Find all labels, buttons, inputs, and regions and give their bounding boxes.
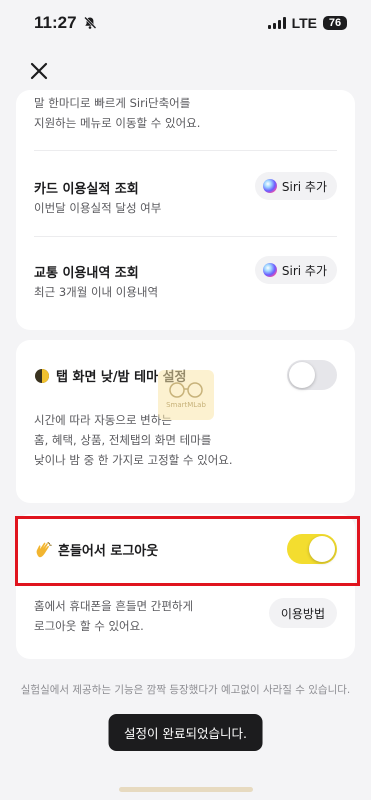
- siri-icon: [262, 263, 277, 277]
- theme-desc-line-3: 낮이나 밤 중 한 가지로 고정할 수 있어요.: [34, 453, 233, 467]
- theme-card: 탭 화면 낮/밤 테마 설정 시간에 따라 자동으로 변하는 홈, 혜택, 상품…: [16, 340, 355, 503]
- how-to-use-button[interactable]: 이용방법: [268, 598, 337, 628]
- shake-logout-toggle[interactable]: [287, 534, 337, 564]
- add-siri-transit-button[interactable]: Siri 추가: [254, 256, 337, 284]
- status-indicators: LTE 76: [267, 15, 347, 31]
- divider: [34, 150, 337, 151]
- toggle-knob: [309, 536, 335, 562]
- watermark-text: SmartMLab: [166, 401, 206, 409]
- theme-desc-line-2: 홈, 혜택, 상품, 전체탭의 화면 테마를: [34, 433, 212, 447]
- divider: [34, 236, 337, 237]
- close-button[interactable]: [26, 58, 52, 84]
- toast-message: 설정이 완료되었습니다.: [108, 714, 263, 751]
- network-type: LTE: [291, 15, 317, 31]
- moon-phase-icon: [35, 368, 49, 383]
- toggle-knob: [289, 362, 315, 388]
- siri-button-label: Siri 추가: [281, 179, 327, 194]
- shortcuts-intro: 말 한마디로 빠르게 Siri단축어를 지원하는 메뉴로 이동할 수 있어요.: [34, 93, 200, 133]
- siri-shortcuts-card: 말 한마디로 빠르게 Siri단축어를 지원하는 메뉴로 이동할 수 있어요. …: [16, 90, 355, 330]
- shake-logout-card: 흔들어서 로그아웃 홈에서 휴대폰을 흔들면 간편하게 로그아웃 할 수 있어요…: [16, 514, 355, 659]
- watermark-logo: SmartMLab: [158, 370, 214, 420]
- siri-icon: [262, 179, 277, 193]
- shake-title-row: 흔들어서 로그아웃: [34, 540, 158, 559]
- shake-description: 홈에서 휴대폰을 흔들면 간편하게 로그아웃 할 수 있어요.: [34, 596, 193, 636]
- card-usage-subtitle: 이번달 이용실적 달성 여부: [34, 201, 162, 215]
- shake-desc-line-2: 로그아웃 할 수 있어요.: [34, 619, 144, 633]
- close-icon: [30, 62, 48, 80]
- waving-hand-icon: [36, 541, 52, 557]
- shake-title: 흔들어서 로그아웃: [58, 544, 159, 559]
- glasses-icon: [169, 382, 203, 398]
- bell-slash-icon: [83, 16, 96, 29]
- card-usage-title: 카드 이용실적 조회: [34, 182, 139, 197]
- transit-history-title: 교통 이용내역 조회: [34, 266, 139, 281]
- signal-icon: [267, 17, 286, 29]
- siri-button-label: Siri 추가: [281, 263, 327, 278]
- theme-toggle[interactable]: [287, 360, 337, 390]
- battery-icon: 76: [323, 16, 347, 30]
- add-siri-card-usage-button[interactable]: Siri 추가: [254, 172, 337, 200]
- home-indicator[interactable]: [118, 787, 253, 792]
- intro-line-1: 말 한마디로 빠르게 Siri단축어를: [34, 96, 191, 110]
- status-bar: 11:27 LTE 76: [0, 0, 371, 46]
- transit-history-subtitle: 최근 3개월 이내 이용내역: [34, 285, 159, 299]
- status-time: 11:27: [34, 13, 97, 33]
- time-text: 11:27: [34, 13, 77, 32]
- shake-desc-line-1: 홈에서 휴대폰을 흔들면 간편하게: [34, 599, 194, 613]
- footer-note: 실험실에서 제공하는 기능은 깜짝 등장했다가 예고없이 사라질 수 있습니다.: [20, 684, 351, 696]
- intro-line-2: 지원하는 메뉴로 이동할 수 있어요.: [34, 116, 201, 130]
